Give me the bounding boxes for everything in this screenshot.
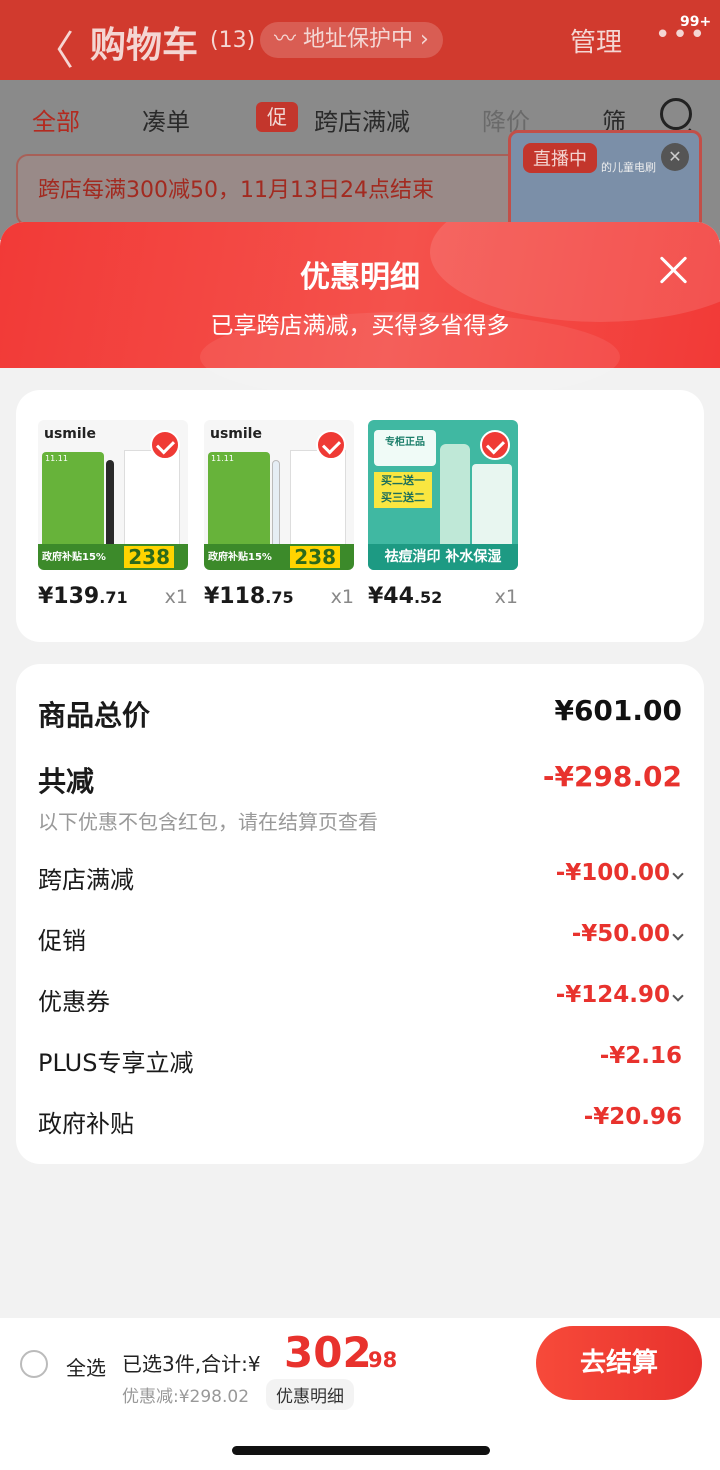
- product-item[interactable]: 专柜正品 买二送一 买三送二 祛痘消印 补水保湿 ¥44.52 x1: [368, 420, 518, 609]
- close-icon[interactable]: ✕: [661, 143, 689, 171]
- discount-detail-sheet: 优惠明细 已享跨店满减，买得多省得多 usmile 11.11 政府补贴15% …: [0, 222, 720, 1470]
- discount-value: -¥20.96: [583, 1104, 682, 1130]
- chevron-down-icon[interactable]: [672, 929, 684, 941]
- close-icon[interactable]: [656, 252, 692, 288]
- product-item[interactable]: usmile 11.11 政府补贴15% 238 ¥118.75 x1: [204, 420, 354, 609]
- checked-icon[interactable]: [480, 430, 510, 460]
- live-tag: 直播中: [523, 143, 597, 173]
- product-image: usmile 11.11 政府补贴15% 238: [38, 420, 188, 570]
- discount-row-subsidy: 政府补贴 -¥20.96: [38, 1104, 682, 1144]
- product-box: [472, 464, 512, 550]
- product-list-card: usmile 11.11 政府补贴15% 238 ¥139.71 x1 usmi…: [16, 390, 704, 642]
- toothbrush-shape: [272, 460, 280, 550]
- tube-shape: [440, 444, 470, 554]
- total-reduce-value: -¥298.02: [542, 760, 682, 793]
- product-quantity: x1: [164, 586, 188, 608]
- promo-banner[interactable]: 跨店每满300减50，11月13日24点结束: [16, 154, 536, 226]
- promo-value: 238: [124, 546, 174, 568]
- discount-value: -¥100.00: [555, 860, 670, 886]
- price-summary-card: 商品总价 ¥601.00 共减 -¥298.02 以下优惠不包含红包，请在结算页…: [16, 664, 704, 1164]
- product-box: [124, 450, 180, 550]
- select-all-radio[interactable]: [20, 1350, 48, 1378]
- product-item[interactable]: usmile 11.11 政府补贴15% 238 ¥139.71 x1: [38, 420, 188, 609]
- promo-panel: 11.11: [42, 452, 104, 552]
- sheet-header: 优惠明细 已享跨店满减，买得多省得多: [0, 222, 720, 402]
- selected-summary: 已选3件,合计:¥: [122, 1352, 261, 1376]
- promo-strip: 政府补贴15% 238: [38, 544, 188, 570]
- chevron-down-icon[interactable]: [672, 868, 684, 880]
- discount-row-coupon[interactable]: 优惠券 -¥124.90: [38, 982, 684, 1022]
- back-icon[interactable]: 〈: [34, 18, 74, 76]
- product-price: ¥118.75: [204, 584, 294, 609]
- product-price: ¥44.52: [368, 584, 443, 609]
- promo-strip: 祛痘消印 补水保湿: [368, 544, 518, 570]
- checked-icon[interactable]: [316, 430, 346, 460]
- tab-all[interactable]: 全部: [32, 102, 80, 137]
- promo-panel: 11.11: [208, 452, 270, 552]
- select-all-label[interactable]: 全选: [66, 1352, 106, 1381]
- promo-icon: 促: [256, 102, 298, 132]
- promo-label: 买二送一 买三送二: [374, 472, 432, 508]
- discount-label: 跨店满减: [38, 866, 134, 894]
- product-box: [290, 450, 346, 550]
- brand-logo: usmile: [44, 426, 96, 442]
- tab-combine[interactable]: 凑单: [142, 102, 190, 137]
- discount-row-cross-store[interactable]: 跨店满减 -¥100.00: [38, 860, 684, 900]
- discount-note: 以下优惠不包含红包，请在结算页查看: [38, 810, 378, 834]
- discount-row-promotion[interactable]: 促销 -¥50.00: [38, 921, 684, 961]
- discount-label: 优惠券: [38, 988, 110, 1016]
- manage-button[interactable]: 管理: [570, 22, 622, 59]
- discount-value: -¥50.00: [571, 921, 670, 947]
- product-quantity: x1: [330, 586, 354, 608]
- checked-icon[interactable]: [150, 430, 180, 460]
- total-amount-integer: 302: [284, 1328, 372, 1377]
- home-indicator[interactable]: [232, 1446, 490, 1455]
- discount-value: -¥124.90: [555, 982, 670, 1008]
- page-title: 购物车: [90, 25, 199, 66]
- product-image: usmile 11.11 政府补贴15% 238: [204, 420, 354, 570]
- discount-summary: 优惠减:¥298.02: [122, 1387, 250, 1407]
- genuine-label: 专柜正品: [374, 430, 436, 466]
- promo-value: 238: [290, 546, 340, 568]
- checkout-bar: 全选 已选3件,合计:¥ 302 .98 优惠减:¥298.02 优惠明细 去结…: [0, 1318, 720, 1470]
- total-amount-decimal: .98: [360, 1348, 398, 1372]
- product-image: 专柜正品 买二送一 买三送二 祛痘消印 补水保湿: [368, 420, 518, 570]
- discount-label: 政府补贴: [38, 1110, 134, 1138]
- sheet-subtitle: 已享跨店满减，买得多省得多: [210, 313, 510, 339]
- search-icon[interactable]: [660, 98, 692, 130]
- cart-count: (13): [210, 28, 256, 53]
- brand-logo: usmile: [210, 426, 262, 442]
- discount-detail-button[interactable]: 优惠明细: [266, 1379, 354, 1410]
- toothbrush-shape: [106, 460, 114, 550]
- message-badge: 99+: [680, 14, 712, 30]
- chevron-down-icon[interactable]: [672, 990, 684, 1002]
- discount-row-plus: PLUS专享立减 -¥2.16: [38, 1043, 682, 1083]
- live-caption: 的儿童电刷: [601, 161, 656, 174]
- checkout-button[interactable]: 去结算: [536, 1326, 702, 1400]
- address-protect-button[interactable]: 〰 地址保护中 ›: [260, 22, 443, 58]
- total-reduce-label: 共减: [38, 765, 95, 798]
- total-price-value: ¥601.00: [554, 694, 682, 727]
- promo-strip: 政府补贴15% 238: [204, 544, 354, 570]
- discount-label: PLUS专享立减: [38, 1049, 194, 1077]
- sheet-title: 优惠明细: [300, 260, 420, 295]
- product-quantity: x1: [494, 586, 518, 608]
- tab-cross-store[interactable]: 跨店满减: [314, 102, 410, 137]
- total-price-label: 商品总价: [38, 699, 151, 732]
- product-price: ¥139.71: [38, 584, 128, 609]
- cart-header: 〈 购物车 (13) 〰 地址保护中 › 管理 ••• 99+: [0, 0, 720, 80]
- discount-value: -¥2.16: [599, 1043, 682, 1069]
- discount-label: 促销: [38, 927, 86, 955]
